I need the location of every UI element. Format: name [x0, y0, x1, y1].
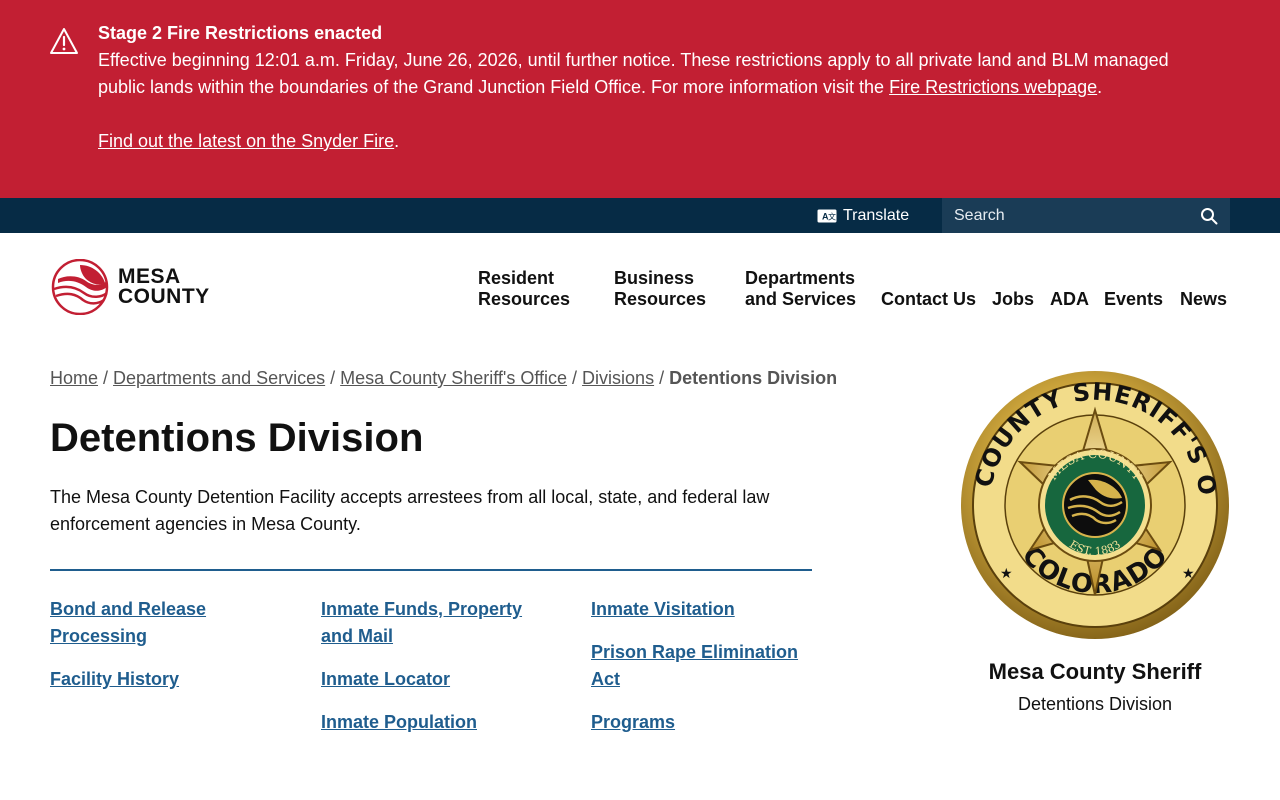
nav-jobs[interactable]: Jobs	[992, 289, 1034, 333]
breadcrumb-departments[interactable]: Departments and Services	[113, 368, 325, 388]
link-inmate-locator[interactable]: Inmate Locator	[321, 666, 450, 693]
translate-label: Translate	[843, 206, 910, 224]
mesa-county-logo[interactable]: MESA COUNTY	[50, 258, 220, 316]
alert-banner: Stage 2 Fire Restrictions enacted Effect…	[0, 0, 1280, 198]
link-inmate-visitation[interactable]: Inmate Visitation	[591, 596, 735, 623]
nav-business-resources[interactable]: Business Resources	[614, 268, 706, 312]
svg-text:★: ★	[1000, 565, 1013, 581]
logo-text: MESA COUNTY	[118, 265, 210, 308]
breadcrumb-sheriff[interactable]: Mesa County Sheriff's Office	[340, 368, 567, 388]
warning-triangle-icon	[50, 28, 78, 54]
nav-ada[interactable]: ADA	[1050, 289, 1089, 333]
sidebar-name: Mesa County Sheriff	[988, 659, 1202, 684]
nav-resident-resources[interactable]: Resident Resources	[478, 268, 570, 312]
translate-button[interactable]: A 文 Translate	[817, 198, 909, 233]
breadcrumb: Home / Departments and Services / Mesa Count…	[50, 368, 838, 388]
snyder-fire-link[interactable]: Find out the latest on the Snyder Fire	[98, 131, 394, 151]
search-input[interactable]	[942, 198, 1192, 233]
mesa-county-logo-icon	[51, 259, 109, 315]
nav-contact-us[interactable]: Contact Us	[881, 289, 976, 333]
search-icon[interactable]	[1200, 207, 1218, 225]
nav-departments-services[interactable]: Departments and Services	[745, 268, 856, 312]
divider	[50, 569, 812, 571]
link-bond-release[interactable]: Bond and Release Processing	[50, 596, 206, 650]
sidebar-subtitle: Detentions Division	[1017, 694, 1173, 714]
nav-news[interactable]: News	[1180, 289, 1227, 333]
fire-restrictions-link[interactable]: Fire Restrictions webpage	[889, 77, 1097, 97]
translate-icon: A 文	[817, 209, 837, 222]
svg-text:文: 文	[828, 211, 836, 221]
breadcrumb-current: Detentions Division	[669, 368, 838, 388]
intro-text: The Mesa County Detention Facility accep…	[50, 487, 770, 534]
link-facility-history[interactable]: Facility History	[50, 666, 179, 693]
svg-text:★: ★	[1182, 565, 1195, 581]
search-box	[942, 198, 1230, 233]
utility-bar: A 文 Translate	[0, 198, 1280, 233]
link-programs[interactable]: Programs	[591, 709, 675, 736]
nav-events[interactable]: Events	[1104, 289, 1163, 333]
link-inmate-population[interactable]: Inmate Population	[321, 709, 477, 736]
link-prea[interactable]: Prison Rape Elimination Act	[591, 639, 798, 693]
breadcrumb-home[interactable]: Home	[50, 368, 98, 388]
page-title: Detentions Division	[50, 416, 424, 460]
alert-title: Stage 2 Fire Restrictions enacted	[98, 23, 383, 43]
breadcrumb-divisions[interactable]: Divisions	[582, 368, 654, 388]
link-inmate-funds[interactable]: Inmate Funds, Property and Mail	[321, 596, 522, 650]
sheriff-badge-image: MESA COUNTY SHERIFF'S OFFICE COLORADO ME…	[960, 370, 1229, 639]
